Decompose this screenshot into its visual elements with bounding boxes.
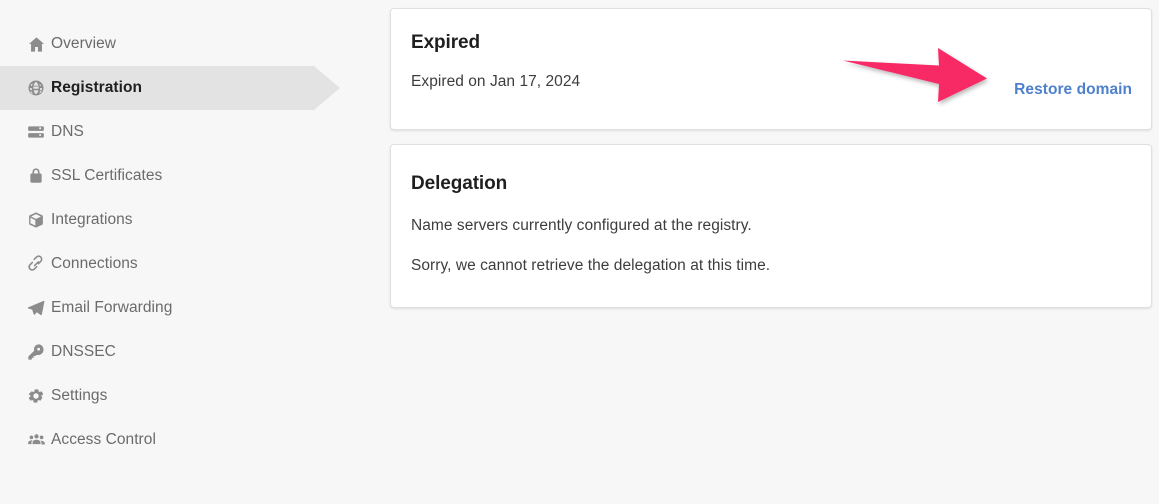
sidebar-item-label: Settings	[51, 387, 108, 405]
link-icon	[26, 254, 46, 274]
lock-icon	[26, 166, 46, 186]
home-icon	[26, 34, 46, 54]
delegation-description: Name servers currently configured at the…	[411, 217, 752, 234]
sidebar-item-connections[interactable]: Connections	[0, 242, 360, 286]
main-content: Expired Expired on Jan 17, 2024 Restore …	[390, 0, 1159, 504]
sidebar-item-dnssec[interactable]: DNSSEC	[0, 330, 360, 374]
sidebar: Overview Registration DNS SSL Certificat…	[0, 0, 360, 504]
sidebar-item-label: DNS	[51, 123, 84, 141]
sidebar-item-settings[interactable]: Settings	[0, 374, 360, 418]
sidebar-item-ssl-certificates[interactable]: SSL Certificates	[0, 154, 360, 198]
sidebar-item-label: Overview	[51, 35, 116, 53]
delegation-card-title: Delegation	[411, 173, 508, 194]
box-icon	[26, 210, 46, 230]
delegation-error-message: Sorry, we cannot retrieve the delegation…	[411, 257, 771, 274]
app-root: Overview Registration DNS SSL Certificat…	[0, 0, 1159, 504]
sidebar-item-registration[interactable]: Registration	[0, 66, 360, 110]
sidebar-item-dns[interactable]: DNS	[0, 110, 360, 154]
expired-date-text: Expired on Jan 17, 2024	[411, 73, 581, 90]
sidebar-item-integrations[interactable]: Integrations	[0, 198, 360, 242]
sidebar-item-label: Connections	[51, 255, 138, 273]
expired-status-card: Expired Expired on Jan 17, 2024 Restore …	[390, 8, 1152, 130]
server-icon	[26, 122, 46, 142]
sidebar-item-label: Registration	[51, 79, 143, 97]
globe-icon	[26, 78, 46, 98]
expired-card-title: Expired	[411, 32, 480, 53]
sidebar-item-label: Integrations	[51, 211, 133, 229]
sidebar-item-label: SSL Certificates	[51, 167, 163, 185]
sidebar-item-access-control[interactable]: Access Control	[0, 418, 360, 462]
sidebar-item-label: Access Control	[51, 431, 156, 449]
sidebar-item-email-forwarding[interactable]: Email Forwarding	[0, 286, 360, 330]
sidebar-item-label: DNSSEC	[51, 343, 116, 361]
paper-plane-icon	[26, 298, 46, 318]
key-icon	[26, 342, 46, 362]
delegation-card: Delegation Name servers currently config…	[390, 144, 1152, 308]
gear-icon	[26, 386, 46, 406]
restore-domain-link[interactable]: Restore domain	[1014, 81, 1132, 99]
users-icon	[26, 430, 46, 450]
sidebar-item-overview[interactable]: Overview	[0, 22, 360, 66]
sidebar-item-label: Email Forwarding	[51, 299, 173, 317]
